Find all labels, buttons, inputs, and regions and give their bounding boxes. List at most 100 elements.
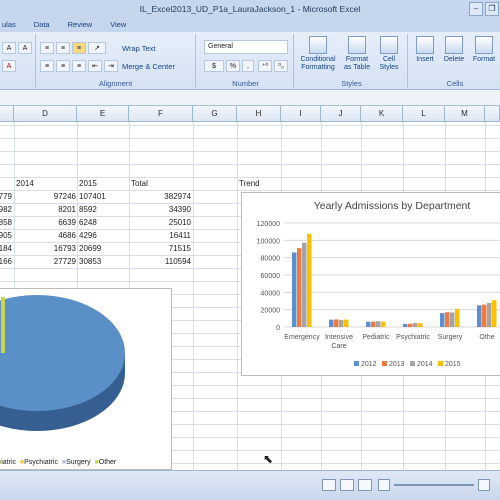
delete-button[interactable]: Delete — [440, 36, 468, 64]
column-header-f[interactable]: F — [129, 106, 193, 122]
worksheet-grid[interactable]: 2014 2015 Total Trend 779 97246 107401 3829… — [0, 122, 500, 470]
cell-f-row-4[interactable]: 71515 — [129, 242, 191, 255]
number-format-select[interactable]: General — [204, 40, 288, 54]
zoom-slider[interactable] — [394, 484, 474, 486]
cell-f-row-0[interactable]: 382974 — [129, 190, 191, 203]
decrease-font-icon[interactable]: A — [18, 42, 32, 54]
column-header-c[interactable] — [0, 106, 14, 122]
align-left-icon[interactable]: ≡ — [40, 60, 54, 72]
decrease-decimal-icon[interactable]: ⁰₀ — [274, 60, 288, 72]
cell-d-row-5[interactable]: 27729 — [14, 255, 76, 268]
wrap-text-button[interactable]: Wrap Text — [122, 44, 156, 53]
column-header-j[interactable]: J — [321, 106, 361, 122]
alignment-group: ≡ ≡ ≡ ↗ ≡ ≡ ≡ ⇤ ⇥ Wrap Text Merge & Cent… — [36, 34, 196, 88]
align-bottom-icon[interactable]: ≡ — [72, 42, 86, 54]
tab-data[interactable]: Data — [34, 18, 50, 32]
cell-c-row-3[interactable]: 905 — [0, 229, 12, 242]
conditional-formatting-label: Conditional Formatting — [300, 56, 336, 71]
column-header-d[interactable]: D — [14, 106, 77, 122]
minimize-button[interactable]: – — [469, 2, 483, 16]
page-break-icon[interactable] — [358, 479, 372, 491]
bar-2015-4 — [455, 309, 460, 327]
grid-row-line — [0, 151, 500, 152]
cell-f-row-2[interactable]: 25010 — [129, 216, 191, 229]
page-layout-icon[interactable] — [340, 479, 354, 491]
delete-icon — [445, 36, 463, 54]
align-top-icon[interactable]: ≡ — [40, 42, 54, 54]
cell-d-row-4[interactable]: 16793 — [14, 242, 76, 255]
pie-slice-other — [1, 297, 5, 353]
bar-2014-2 — [376, 321, 381, 327]
styles-group: Conditional Formatting Format as Table C… — [296, 34, 408, 88]
increase-indent-icon[interactable]: ⇥ — [104, 60, 118, 72]
restore-button[interactable]: ❐ — [485, 2, 499, 16]
column-header-i[interactable]: I — [281, 106, 321, 122]
pie-legend-pediatric: iatric — [1, 459, 17, 466]
cell-e-row-1[interactable]: 8592 — [79, 203, 119, 216]
column-header-l[interactable]: L — [403, 106, 445, 122]
cell-e-row-5[interactable]: 30853 — [79, 255, 119, 268]
column-header-g[interactable]: G — [193, 106, 237, 122]
decrease-indent-icon[interactable]: ⇤ — [88, 60, 102, 72]
cell-f-row-5[interactable]: 110594 — [129, 255, 191, 268]
cell-d-row-3[interactable]: 4686 — [14, 229, 76, 242]
increase-font-icon[interactable]: A — [2, 42, 16, 54]
cell-c-row-0[interactable]: 779 — [0, 190, 12, 203]
normal-view-icon[interactable] — [322, 479, 336, 491]
cell-c-row-2[interactable]: 858 — [0, 216, 12, 229]
cell-f-row-3[interactable]: 16411 — [129, 229, 191, 242]
format-as-table-button[interactable]: Format as Table — [342, 36, 372, 72]
cell-e-row-2[interactable]: 6248 — [79, 216, 119, 229]
orientation-icon[interactable]: ↗ — [88, 42, 106, 54]
cell-c-row-5[interactable]: 166 — [0, 255, 12, 268]
currency-button[interactable]: $ — [204, 60, 224, 72]
tab-view[interactable]: View — [110, 18, 126, 32]
format-button[interactable]: Format — [470, 36, 498, 64]
tab-review[interactable]: Review — [68, 18, 93, 32]
delete-label: Delete — [443, 56, 465, 63]
bar-2014-4 — [450, 312, 455, 327]
cell-header-total[interactable]: Total — [131, 177, 148, 190]
comma-button[interactable]: , — [242, 60, 254, 72]
tab-formulas[interactable]: ulas — [2, 18, 16, 32]
cell-f-row-1[interactable]: 34390 — [129, 203, 191, 216]
align-right-icon[interactable]: ≡ — [72, 60, 86, 72]
merge-center-button[interactable]: Merge & Center — [122, 62, 175, 71]
legend-label-2013: 2013 — [389, 361, 405, 368]
cell-d-row-2[interactable]: 6639 — [14, 216, 76, 229]
cell-e-row-4[interactable]: 20699 — [79, 242, 119, 255]
cell-styles-label: Cell Styles — [379, 56, 399, 71]
formula-bar[interactable] — [0, 90, 500, 106]
insert-button[interactable]: Insert — [412, 36, 438, 64]
cell-styles-button[interactable]: Cell Styles — [374, 36, 404, 72]
align-middle-icon[interactable]: ≡ — [56, 42, 70, 54]
column-header-k[interactable]: K — [361, 106, 403, 122]
font-color-icon[interactable]: A — [2, 60, 16, 72]
column-header-h[interactable]: H — [237, 106, 281, 122]
cell-e-row-3[interactable]: 4296 — [79, 229, 119, 242]
y-tick-label: 100000 — [257, 238, 280, 245]
font-group: A A A — [0, 34, 36, 88]
styles-label: Styles — [341, 79, 362, 88]
percent-button[interactable]: % — [226, 60, 240, 72]
cell-d-row-0[interactable]: 97246 — [14, 190, 76, 203]
pie-chart[interactable]: ■iatric ■Psychiatric ■Surgery ■Other — [0, 288, 172, 470]
cell-header-2014[interactable]: 2014 — [16, 177, 34, 190]
cell-header-trend[interactable]: Trend — [239, 177, 260, 190]
cell-c-row-1[interactable]: 982 — [0, 203, 12, 216]
increase-decimal-icon[interactable]: ⁺⁰ — [258, 60, 272, 72]
column-header-n[interactable] — [485, 106, 500, 122]
zoom-out-icon[interactable] — [378, 479, 390, 491]
bar-2013-3 — [408, 323, 413, 327]
cell-header-2015[interactable]: 2015 — [79, 177, 97, 190]
title-bar: IL_Excel2013_UD_P1a_LauraJackson_1 - Mic… — [0, 0, 500, 18]
cell-d-row-1[interactable]: 8201 — [14, 203, 76, 216]
align-center-icon[interactable]: ≡ — [56, 60, 70, 72]
conditional-formatting-button[interactable]: Conditional Formatting — [296, 36, 340, 72]
zoom-in-icon[interactable] — [478, 479, 490, 491]
cell-e-row-0[interactable]: 107401 — [79, 190, 119, 203]
column-header-m[interactable]: M — [445, 106, 485, 122]
column-chart[interactable]: Yearly Admissions by Department 0 20000 400… — [241, 192, 500, 376]
column-header-e[interactable]: E — [77, 106, 129, 122]
cell-c-row-4[interactable]: 184 — [0, 242, 12, 255]
